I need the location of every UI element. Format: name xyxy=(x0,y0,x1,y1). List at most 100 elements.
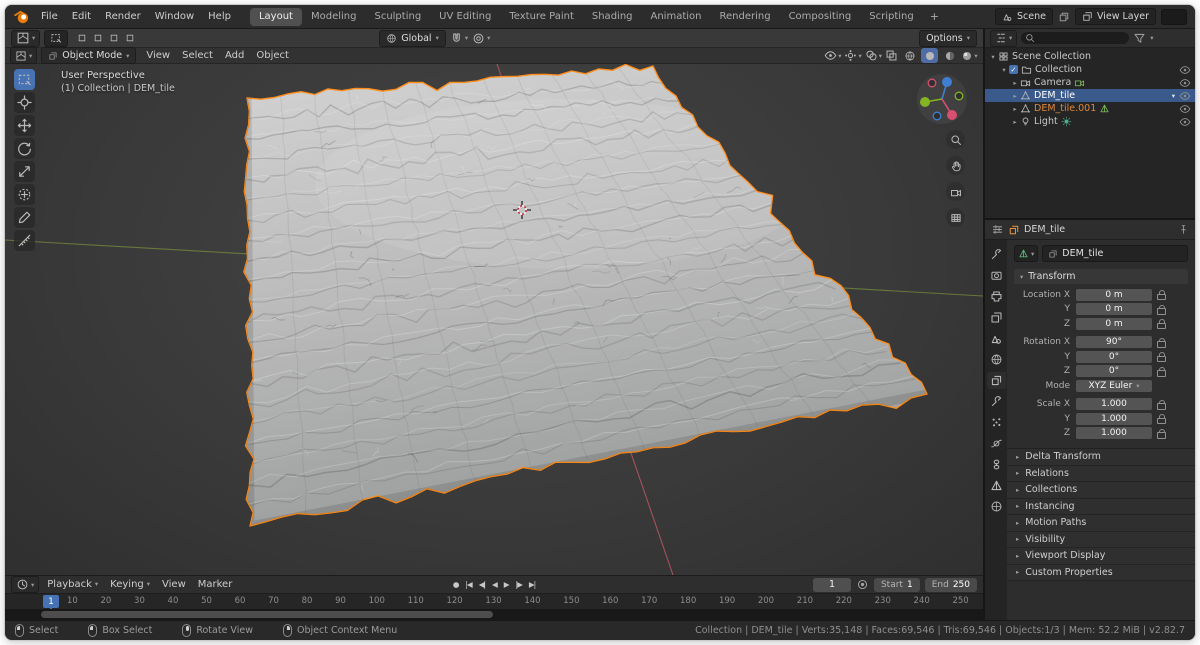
outliner-row[interactable]: ▾ Scene Collection xyxy=(985,50,1195,63)
viewport-header-icon[interactable] xyxy=(885,49,898,62)
outliner-search-input[interactable] xyxy=(1021,32,1129,44)
object-name-field[interactable]: DEM_tile xyxy=(1042,245,1188,262)
value-field[interactable]: 1.000 xyxy=(1076,398,1152,410)
view-layer-extra-field[interactable] xyxy=(1161,9,1187,25)
tab-world[interactable] xyxy=(987,351,1006,368)
outliner-item-label[interactable]: Collection xyxy=(1035,64,1082,75)
workspace-tab[interactable]: Rendering xyxy=(710,8,779,26)
value-field[interactable]: 0 m xyxy=(1076,289,1152,301)
timeline-scrollbar-track[interactable] xyxy=(5,609,983,620)
shading-mode-button[interactable] xyxy=(921,48,938,63)
workspace-tab[interactable]: Layout xyxy=(250,8,302,26)
viewport-editor-type-button[interactable]: ▾ xyxy=(10,47,37,64)
workspace-tab[interactable]: Scripting xyxy=(860,8,922,26)
workspace-tab[interactable]: Animation xyxy=(642,8,711,26)
value-field[interactable]: 0 m xyxy=(1076,318,1152,330)
viewport-menu-item[interactable]: Add xyxy=(219,48,250,64)
toolbar-tool-button[interactable] xyxy=(14,230,35,251)
proportional-editing-toggle[interactable]: ▾ xyxy=(472,32,490,45)
value-field[interactable]: 1.000 xyxy=(1076,413,1152,425)
editor-type-button[interactable]: ▾ xyxy=(11,30,40,47)
collapsed-panel[interactable]: ▸ Collections xyxy=(1007,482,1195,499)
outliner-item-label[interactable]: Light xyxy=(1034,116,1058,127)
expand-arrow-icon[interactable]: ▸ xyxy=(1010,105,1020,113)
shading-mode-button[interactable] xyxy=(941,48,958,63)
select-mode-icon[interactable] xyxy=(106,31,121,45)
menu-item[interactable]: File xyxy=(34,5,65,28)
outliner-item-label[interactable]: DEM_tile xyxy=(1034,90,1075,101)
tab-modifiers[interactable] xyxy=(987,393,1006,410)
timeline-menu-item[interactable]: Keying▾ xyxy=(104,576,156,593)
visibility-eye-icon[interactable] xyxy=(1179,103,1191,115)
tab-scene[interactable] xyxy=(987,330,1006,347)
tab-render[interactable] xyxy=(987,267,1006,284)
outliner-item-label[interactable]: DEM_tile.001 xyxy=(1034,103,1096,114)
workspace-tab[interactable]: Compositing xyxy=(780,8,861,26)
workspace-tab[interactable]: Shading xyxy=(583,8,642,26)
collapsed-panel[interactable]: ▸ Visibility xyxy=(1007,532,1195,549)
shading-mode-button[interactable] xyxy=(901,48,918,63)
value-field[interactable]: 0° xyxy=(1076,351,1152,363)
select-mode-icon[interactable] xyxy=(90,31,105,45)
timeline-menu-item[interactable]: View xyxy=(156,576,192,593)
workspace-tab[interactable]: UV Editing xyxy=(430,8,500,26)
collapsed-panel[interactable]: ▸ Motion Paths xyxy=(1007,515,1195,532)
outliner-item-label[interactable]: Scene Collection xyxy=(1012,51,1091,62)
chevron-down-icon[interactable]: ▾ xyxy=(1172,92,1175,100)
visibility-eye-icon[interactable] xyxy=(1179,90,1191,102)
zoom-button[interactable] xyxy=(946,130,965,149)
keying-set-icon[interactable] xyxy=(856,578,869,591)
expand-arrow-icon[interactable]: ▾ xyxy=(999,66,1009,74)
outliner-item-label[interactable]: Camera xyxy=(1034,77,1071,88)
lock-icon[interactable] xyxy=(1157,413,1166,424)
next-keyframe-button[interactable]: |▶ xyxy=(516,580,522,589)
mode-dropdown[interactable]: Object Mode ▾ xyxy=(41,47,136,64)
expand-arrow-icon[interactable]: ▸ xyxy=(1010,118,1020,126)
toolbar-tool-button[interactable] xyxy=(14,207,35,228)
current-frame-marker[interactable]: 1 xyxy=(43,595,59,608)
blender-logo-icon[interactable] xyxy=(13,8,30,25)
shading-mode-button[interactable]: ▾ xyxy=(961,48,978,63)
pin-icon[interactable] xyxy=(1178,224,1189,235)
value-field[interactable]: 0° xyxy=(1076,365,1152,377)
current-frame-field[interactable]: 1 xyxy=(813,578,851,592)
transform-orientation-dropdown[interactable]: Global ▾ xyxy=(379,30,446,47)
outliner-row[interactable]: ▾ ✓ Collection xyxy=(985,63,1195,76)
lock-icon[interactable] xyxy=(1157,337,1166,348)
lock-icon[interactable] xyxy=(1157,428,1166,439)
options-dropdown[interactable]: Options ▾ xyxy=(919,30,977,47)
value-field[interactable]: 1.000 xyxy=(1076,427,1152,439)
tab-view-layer[interactable] xyxy=(987,309,1006,326)
toolbar-tool-button[interactable] xyxy=(14,138,35,159)
collapsed-panel[interactable]: ▸ Viewport Display xyxy=(1007,548,1195,565)
workspace-tab[interactable]: Modeling xyxy=(302,8,366,26)
workspace-tab[interactable]: Texture Paint xyxy=(500,8,583,26)
viewport-menu-item[interactable]: View xyxy=(140,48,176,64)
expand-arrow-icon[interactable]: ▾ xyxy=(988,53,998,61)
navigation-gizmo[interactable] xyxy=(914,71,970,127)
timeline-menu-item[interactable]: Playback▾ xyxy=(41,576,104,593)
filter-dropdown-icon[interactable]: ▾ xyxy=(1150,34,1153,42)
menu-item[interactable]: Render xyxy=(98,5,148,28)
snapping-toggle[interactable]: ▾ xyxy=(450,32,468,45)
tab-physics[interactable] xyxy=(987,435,1006,452)
timeline-menu-item[interactable]: Marker xyxy=(192,576,239,593)
pan-button[interactable] xyxy=(946,156,965,175)
toolbar-tool-button[interactable] xyxy=(14,115,35,136)
outliner-row[interactable]: ▸ DEM_tile.001 xyxy=(985,102,1195,115)
lock-icon[interactable] xyxy=(1157,289,1166,300)
auto-keying-button[interactable]: ● xyxy=(453,580,459,589)
jump-to-start-button[interactable]: |◀ xyxy=(465,580,471,589)
view-layer-selector[interactable]: View Layer xyxy=(1075,8,1156,25)
camera-view-button[interactable] xyxy=(946,182,965,201)
properties-editor-icon[interactable] xyxy=(991,223,1004,236)
timeline-ruler[interactable]: 1 10203040506070809010011012013014015016… xyxy=(5,593,983,610)
tab-object-data[interactable] xyxy=(987,477,1006,494)
expand-arrow-icon[interactable]: ▸ xyxy=(1010,79,1020,87)
viewport-menu-item[interactable]: Select xyxy=(176,48,219,64)
transform-panel-header[interactable]: ▾ Transform xyxy=(1014,269,1188,284)
lock-icon[interactable] xyxy=(1157,399,1166,410)
expand-arrow-icon[interactable]: ▸ xyxy=(1010,92,1020,100)
timeline-scrollbar[interactable] xyxy=(41,611,493,618)
outliner-row[interactable]: ▸ DEM_tile ▾ xyxy=(985,89,1195,102)
